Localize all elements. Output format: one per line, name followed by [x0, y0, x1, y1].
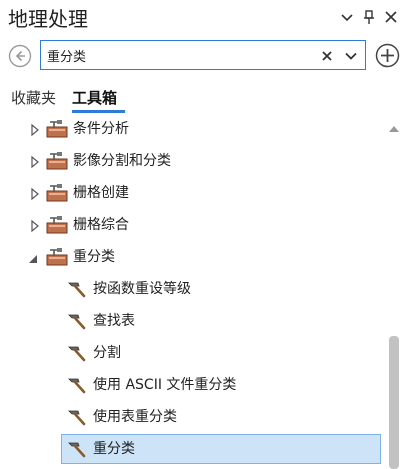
hammer-icon [66, 439, 88, 459]
tree-item-label: 使用表重分类 [93, 409, 177, 425]
toolbox-icon [46, 119, 68, 139]
toolbox-icon [46, 215, 68, 235]
toolbox-icon [46, 183, 68, 203]
tree-item-toolbox-expanded[interactable]: 重分类 [0, 241, 386, 273]
panel-title: 地理处理 [8, 7, 88, 31]
options-dropdown-icon[interactable] [339, 9, 355, 25]
expand-arrow-icon[interactable] [29, 122, 41, 137]
tree-item-label: 重分类 [73, 249, 115, 265]
tree-item-toolbox[interactable]: 影像分割和分类 [0, 145, 386, 177]
hammer-icon [66, 279, 88, 299]
tree-item-label: 重分类 [93, 441, 135, 457]
tree-item-label: 条件分析 [73, 121, 129, 137]
tree-item-tool-selected[interactable]: 重分类 [0, 433, 386, 465]
back-button[interactable] [8, 44, 32, 68]
hammer-icon [66, 407, 88, 427]
tree-item-label: 栅格综合 [73, 217, 129, 233]
tree-item-toolbox[interactable]: 条件分析 [0, 113, 386, 145]
tree-item-tool[interactable]: 按函数重设等级 [0, 273, 386, 305]
tree-item-label: 栅格创建 [73, 185, 129, 201]
tab-toolboxes[interactable]: 工具箱 [72, 88, 117, 108]
hammer-icon [66, 311, 88, 331]
tree-item-toolbox[interactable]: 栅格综合 [0, 209, 386, 241]
collapse-arrow-icon[interactable] [27, 250, 39, 264]
tree-item-label: 使用 ASCII 文件重分类 [93, 377, 237, 393]
add-icon[interactable] [375, 43, 400, 68]
tree-item-label: 分割 [93, 345, 121, 361]
close-icon[interactable] [383, 9, 399, 25]
expand-arrow-icon[interactable] [29, 218, 41, 233]
search-input[interactable] [47, 46, 307, 64]
toolbox-icon [46, 247, 68, 267]
toolbox-icon [46, 151, 68, 171]
pin-icon[interactable] [361, 9, 377, 25]
tab-favorites[interactable]: 收藏夹 [11, 88, 56, 108]
search-dropdown-icon[interactable] [344, 48, 358, 62]
search-box[interactable] [40, 40, 366, 70]
tree-item-tool[interactable]: 使用表重分类 [0, 401, 386, 433]
tree-item-tool[interactable]: 查找表 [0, 305, 386, 337]
tree-item-tool[interactable]: 分割 [0, 337, 386, 369]
tree-item-label: 查找表 [93, 313, 135, 329]
hammer-icon [66, 375, 88, 395]
tree-item-label: 按函数重设等级 [93, 281, 191, 297]
hammer-icon [66, 343, 88, 363]
tree-item-toolbox[interactable]: 栅格创建 [0, 177, 386, 209]
expand-arrow-icon[interactable] [29, 186, 41, 201]
expand-arrow-icon[interactable] [29, 154, 41, 169]
tree-item-label: 影像分割和分类 [73, 153, 171, 169]
clear-search-icon[interactable] [320, 48, 334, 62]
scroll-up-arrow-icon[interactable] [387, 120, 401, 132]
tree-item-tool[interactable]: 使用 ASCII 文件重分类 [0, 369, 386, 401]
scrollbar-thumb[interactable] [389, 336, 399, 469]
